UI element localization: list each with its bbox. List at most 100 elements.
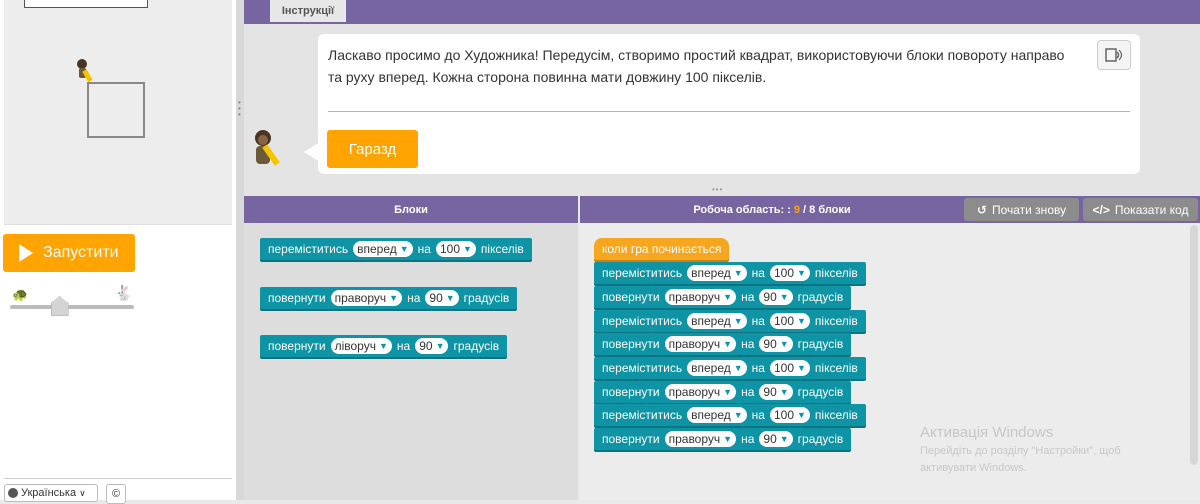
code-icon: </> <box>1092 202 1110 217</box>
toolbox-turn-right-block[interactable]: повернути праворуч ▼ на 90 ▼ градусів <box>260 287 518 309</box>
block-verb: повернути <box>602 337 660 351</box>
restart-icon: ↺ <box>976 202 987 217</box>
block-verb: переміститись <box>602 314 683 328</box>
direction-dropdown[interactable]: праворуч ▼ <box>664 431 737 447</box>
toolbox-turn-left-block[interactable]: повернути ліворуч ▼ на 90 ▼ градусів <box>260 335 508 357</box>
block-on: на <box>751 266 765 280</box>
program-block-6[interactable]: повернути праворуч ▼ на 90 ▼ градусів <box>594 381 852 403</box>
distance-field[interactable]: 100 ▼ <box>435 241 476 257</box>
direction-dropdown[interactable]: ліворуч ▼ <box>330 338 392 354</box>
show-code-button[interactable]: </> Показати код <box>1083 198 1198 221</box>
artist-avatar <box>255 130 280 166</box>
block-verb: переміститись <box>602 266 683 280</box>
bubble-divider <box>328 111 1130 112</box>
block-unit: пікселів <box>480 242 524 256</box>
play-icon <box>19 244 33 262</box>
program-block-7[interactable]: переміститись вперед ▼ на 100 ▼ пікселів <box>594 404 866 426</box>
horizontal-grip-icon[interactable]: ••• <box>712 185 723 194</box>
value-field[interactable]: 90 ▼ <box>759 336 793 352</box>
program-block-1[interactable]: переміститись вперед ▼ на 100 ▼ пікселів <box>594 262 866 284</box>
value-field[interactable]: 90 ▼ <box>759 384 793 400</box>
block-unit: пікселів <box>814 361 858 375</box>
copyright-button[interactable]: © <box>106 484 126 504</box>
program-block-4[interactable]: повернути праворуч ▼ на 90 ▼ градусів <box>594 333 852 355</box>
toolbox <box>244 223 578 500</box>
direction-dropdown[interactable]: вперед ▼ <box>687 407 747 423</box>
block-on: на <box>741 385 755 399</box>
block-on: на <box>407 291 421 305</box>
tab-instructions[interactable]: Інструкції <box>270 0 346 24</box>
language-label: Українська <box>21 487 77 499</box>
direction-dropdown[interactable]: вперед ▼ <box>687 360 747 376</box>
direction-dropdown[interactable]: праворуч ▼ <box>664 336 737 352</box>
workspace-scrollbar[interactable] <box>1190 225 1198 465</box>
program-block-8[interactable]: повернути праворуч ▼ на 90 ▼ градусів <box>594 428 852 450</box>
value-field[interactable]: 100 ▼ <box>769 360 810 376</box>
program-block-5[interactable]: переміститись вперед ▼ на 100 ▼ пікселів <box>594 357 866 379</box>
globe-icon <box>8 488 18 498</box>
instructions-text: Ласкаво просимо до Художника! Передусім,… <box>328 47 1065 85</box>
run-label: Запустити <box>43 244 119 261</box>
vertical-splitter[interactable] <box>236 0 244 500</box>
language-select[interactable]: Українська ∨ <box>4 484 98 502</box>
footer-divider <box>4 478 232 479</box>
splitter-grip-icon[interactable]: • • • <box>238 99 241 119</box>
block-unit: градусів <box>453 339 500 353</box>
direction-dropdown[interactable]: праворуч ▼ <box>330 290 403 306</box>
block-verb: повернути <box>602 432 660 446</box>
block-verb: повернути <box>268 291 326 305</box>
program-block-3[interactable]: переміститись вперед ▼ на 100 ▼ пікселів <box>594 310 866 332</box>
block-unit: пікселів <box>814 266 858 280</box>
when-run-hat-block[interactable]: коли гра починається <box>594 238 730 260</box>
block-on: на <box>417 242 431 256</box>
value-field[interactable]: 90 ▼ <box>759 289 793 305</box>
block-unit: пікселів <box>814 408 858 422</box>
windows-activation-title: Активація Windows <box>920 424 1054 441</box>
angle-field[interactable]: 90 ▼ <box>425 290 459 306</box>
program-block-2[interactable]: повернути праворуч ▼ на 90 ▼ градусів <box>594 286 852 308</box>
drawn-square <box>87 82 145 138</box>
angle-field[interactable]: 90 ▼ <box>415 338 449 354</box>
block-on: на <box>741 432 755 446</box>
speed-slider-track[interactable] <box>10 305 134 309</box>
restart-label: Почати знову <box>991 202 1067 217</box>
direction-dropdown[interactable]: праворуч ▼ <box>664 289 737 305</box>
canvas-overlay-box <box>24 0 148 8</box>
turtle-icon: 🐢 <box>12 287 29 302</box>
value-field[interactable]: 100 ▼ <box>769 313 810 329</box>
direction-dropdown[interactable]: вперед ▼ <box>353 241 413 257</box>
speaker-icon <box>1105 48 1123 62</box>
restart-button[interactable]: ↺ Почати знову <box>964 198 1079 221</box>
speaker-button[interactable] <box>1097 40 1131 70</box>
block-verb: переміститись <box>602 361 683 375</box>
value-field[interactable]: 100 ▼ <box>769 407 810 423</box>
block-limit: / 8 блоки <box>803 203 851 216</box>
windows-activation-line3: активувати Windows. <box>920 462 1027 474</box>
ok-button[interactable]: Гаразд <box>327 130 418 168</box>
workspace-title-prefix: Робоча область: : <box>693 203 791 216</box>
value-field[interactable]: 100 ▼ <box>769 265 810 281</box>
block-verb: переміститись <box>602 408 683 422</box>
block-on: на <box>741 290 755 304</box>
direction-dropdown[interactable]: вперед ▼ <box>687 313 747 329</box>
value-field[interactable]: 90 ▼ <box>759 431 793 447</box>
windows-activation-line2: Перейдіть до розділу "Настройки", щоб <box>920 445 1121 457</box>
block-verb: повернути <box>602 290 660 304</box>
block-unit: градусів <box>797 432 844 446</box>
block-on: на <box>751 361 765 375</box>
direction-dropdown[interactable]: вперед ▼ <box>687 265 747 281</box>
block-unit: градусів <box>463 291 510 305</box>
block-count: 9 <box>793 203 801 216</box>
run-button[interactable]: Запустити <box>3 234 135 272</box>
toolbox-move-block[interactable]: переміститись вперед ▼ на 100 ▼ пікселів <box>260 238 532 260</box>
chevron-down-icon: ∨ <box>79 487 86 498</box>
block-verb: переміститись <box>268 242 349 256</box>
direction-dropdown[interactable]: праворуч ▼ <box>664 384 737 400</box>
block-unit: пікселів <box>814 314 858 328</box>
block-verb: повернути <box>602 385 660 399</box>
block-unit: градусів <box>797 385 844 399</box>
workspace-title: Робоча область: : 9 / 8 блоки <box>580 196 964 223</box>
block-on: на <box>741 337 755 351</box>
block-on: на <box>751 408 765 422</box>
block-unit: градусів <box>797 290 844 304</box>
